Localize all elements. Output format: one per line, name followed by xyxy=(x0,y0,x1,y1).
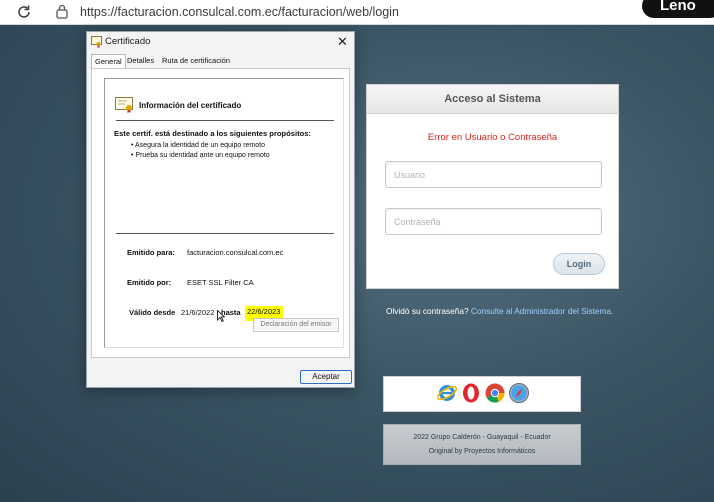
browser-address-bar: https://facturacion.consulcal.com.ec/fac… xyxy=(0,0,714,25)
certificate-info-box: Información del certificado Este certif.… xyxy=(104,78,344,348)
tab-detalles[interactable]: Detalles xyxy=(124,54,157,68)
footer-box: 2022 Grupo Calderón - Guayaquil - Ecuado… xyxy=(383,424,581,465)
forgot-password-text: Olvidó su contraseña? Consulte al Admini… xyxy=(386,306,613,316)
certificate-info-icon xyxy=(115,97,133,113)
issued-by-label: Emitido por: xyxy=(127,278,172,287)
dialog-titlebar: Certificado ✕ xyxy=(87,32,354,52)
issuer-statement-button[interactable]: Declaración del emisor xyxy=(253,318,339,332)
certificate-icon xyxy=(91,36,102,48)
general-tab-panel: Información del certificado Este certif.… xyxy=(91,68,350,358)
issued-to-value: facturacion.consulcal.com.ec xyxy=(187,248,284,257)
contact-admin-link[interactable]: Consulte al Administrador del Sistema. xyxy=(471,306,614,316)
lock-icon[interactable] xyxy=(56,4,68,19)
mouse-cursor-icon xyxy=(217,310,225,322)
opera-icon[interactable] xyxy=(460,382,482,404)
close-icon[interactable]: ✕ xyxy=(337,34,348,50)
accept-button[interactable]: Aceptar xyxy=(300,370,352,384)
dialog-title: Certificado xyxy=(105,36,151,47)
chrome-icon[interactable] xyxy=(484,382,506,404)
login-title: Acceso al Sistema xyxy=(367,85,618,114)
password-input[interactable] xyxy=(385,208,602,235)
login-panel: Acceso al Sistema Error en Usuario o Con… xyxy=(366,84,619,289)
certificate-dialog: Certificado ✕ General Detalles Ruta de c… xyxy=(86,31,355,388)
footer-copyright: 2022 Grupo Calderón - Guayaquil - Ecuado… xyxy=(413,434,551,441)
purpose-list: Asegura la identidad de un equipo remoto… xyxy=(131,141,270,161)
reload-icon[interactable] xyxy=(16,4,32,20)
divider xyxy=(116,120,334,121)
login-button[interactable]: Login xyxy=(553,253,605,275)
forgot-password-prefix: Olvidó su contraseña? xyxy=(386,306,469,316)
purpose-heading: Este certif. está destinado a los siguie… xyxy=(114,129,312,138)
certificate-info-title: Información del certificado xyxy=(139,101,242,110)
issued-to-label: Emitido para: xyxy=(127,248,175,257)
issued-by-value: ESET SSL Filter CA xyxy=(187,278,254,287)
footer-credits: Original by Proyectos Informáticos xyxy=(428,448,536,455)
supported-browsers-box xyxy=(383,376,581,412)
url-field[interactable]: https://facturacion.consulcal.com.ec/fac… xyxy=(80,5,399,19)
safari-icon[interactable] xyxy=(508,382,530,404)
list-item: Prueba su identidad ante un equipo remot… xyxy=(131,151,269,161)
divider xyxy=(116,233,334,234)
valid-from-value: 21/6/2022 xyxy=(181,308,215,317)
valid-from-label: Válido desde xyxy=(129,308,176,317)
login-error-message: Error en Usuario o Contraseña xyxy=(427,132,558,143)
internet-explorer-icon[interactable] xyxy=(436,382,458,404)
username-input[interactable] xyxy=(385,161,602,188)
tab-ruta-certificacion[interactable]: Ruta de certificación xyxy=(159,54,233,68)
list-item: Asegura la identidad de un equipo remoto xyxy=(131,141,270,151)
brand-logo: Leno xyxy=(642,0,714,18)
tab-general[interactable]: General xyxy=(91,54,126,68)
